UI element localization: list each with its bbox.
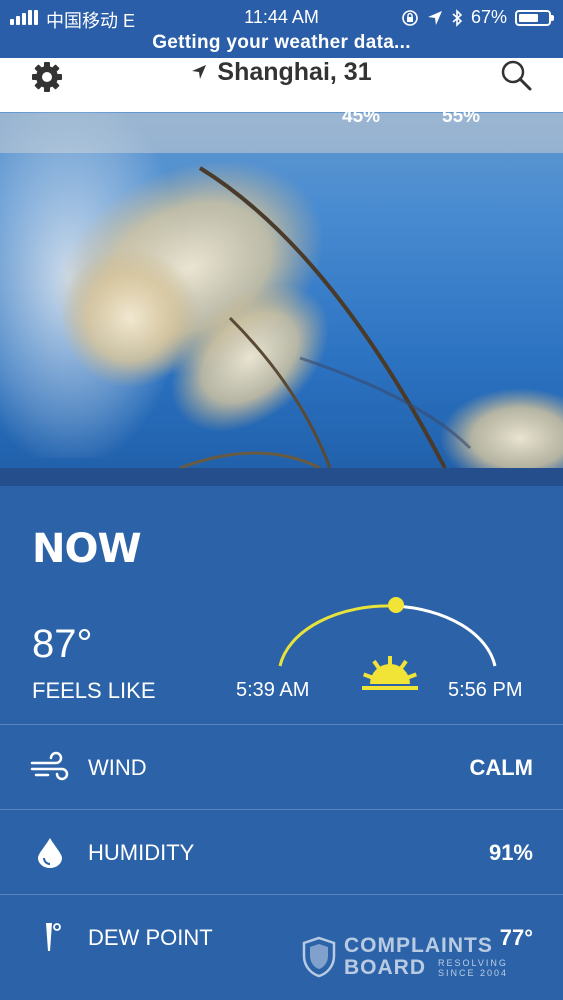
bluetooth-icon <box>452 8 463 27</box>
current-temperature: 87° <box>32 622 93 666</box>
location-arrow-icon <box>192 65 207 79</box>
location-selector[interactable]: Shanghai, 31 <box>0 58 563 87</box>
weather-background-image: 45% 55% <box>0 58 563 486</box>
dew-point-label: DEW POINT <box>88 925 213 950</box>
watermark-tagline: RESOLVING SINCE 2004 <box>438 958 509 978</box>
loading-message: Getting your weather data... <box>152 32 411 53</box>
wind-value: CALM <box>469 755 533 780</box>
shield-logo-icon <box>302 936 336 978</box>
sunrise-sun-icon <box>362 656 418 690</box>
now-heading: NOW <box>32 526 142 572</box>
humidity-drop-icon <box>38 838 62 868</box>
watermark-line2: BOARD <box>344 956 426 979</box>
sunset-time: 5:56 PM <box>448 679 523 701</box>
app-top-bar: Shanghai, 31 <box>0 58 563 112</box>
battery-percentage: 67% <box>470 7 507 27</box>
wind-label: WIND <box>88 755 147 780</box>
location-services-icon <box>427 10 442 25</box>
complaintsboard-watermark: COMPLAINTS BOARD RESOLVING SINCE 2004 <box>302 934 532 982</box>
sunrise-time: 5:39 AM <box>236 679 310 701</box>
orientation-lock-icon <box>402 9 418 26</box>
watermark-line1: COMPLAINTS <box>344 934 493 957</box>
humidity-value: 91% <box>488 840 533 865</box>
battery-icon <box>515 9 554 26</box>
thermometer-icon <box>46 923 61 951</box>
humidity-label: HUMIDITY <box>88 840 195 865</box>
sun-position-marker <box>388 597 404 613</box>
status-bar: 中国移动 E 11:44 AM 67% Getting your weather… <box>0 0 563 58</box>
detail-row-wind[interactable]: WIND CALM <box>0 724 563 809</box>
search-icon[interactable] <box>499 58 533 92</box>
wind-icon <box>30 751 69 781</box>
feels-like-label: FEELS LIKE <box>32 678 156 703</box>
detail-row-humidity[interactable]: HUMIDITY 91% <box>0 809 563 894</box>
location-name: Shanghai, 31 <box>217 58 372 86</box>
